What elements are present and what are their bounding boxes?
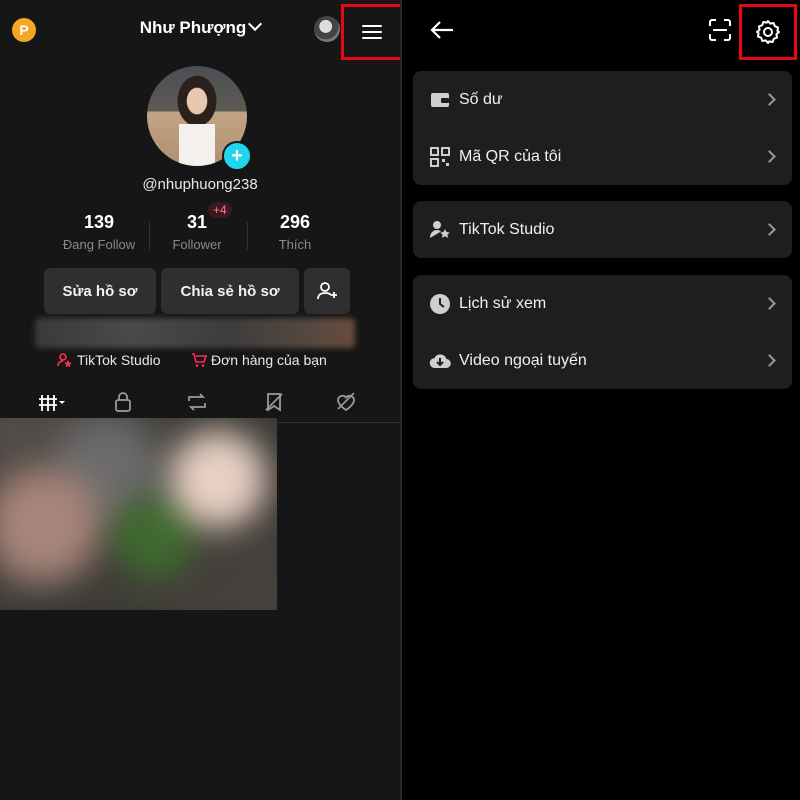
user-handle: @nhuphuong238 bbox=[142, 176, 258, 193]
chevron-right-icon bbox=[763, 93, 776, 106]
orders-link[interactable]: Đơn hàng của bạn bbox=[191, 352, 327, 368]
settings-button[interactable] bbox=[739, 4, 797, 60]
menu-item-label: Số dư bbox=[459, 90, 503, 108]
repost-icon bbox=[188, 393, 206, 411]
username-switcher[interactable]: Như Phượng bbox=[0, 16, 400, 38]
back-button[interactable] bbox=[428, 18, 456, 42]
tab-videos[interactable] bbox=[32, 388, 72, 416]
chevron-right-icon bbox=[763, 354, 776, 367]
username: Như Phượng bbox=[139, 18, 247, 37]
stat-label: Đang Follow bbox=[62, 237, 136, 252]
menu-item-offline-videos[interactable]: Video ngoại tuyến bbox=[413, 332, 792, 389]
link-label: TikTok Studio bbox=[77, 352, 161, 368]
link-label: Đơn hàng của bạn bbox=[211, 352, 327, 368]
creator-icon bbox=[57, 353, 72, 368]
stat-likes[interactable]: 296 Thích bbox=[245, 212, 345, 252]
share-profile-button[interactable]: Chia sẻ hồ sơ bbox=[161, 268, 299, 314]
menu-item-balance[interactable]: Số dư bbox=[413, 71, 792, 128]
menu-item-watch-history[interactable]: Lịch sử xem bbox=[413, 275, 792, 332]
menu-item-tiktok-studio[interactable]: TikTok Studio bbox=[413, 201, 792, 258]
scan-icon bbox=[709, 19, 731, 41]
scan-button[interactable] bbox=[708, 18, 732, 42]
offline-download-icon bbox=[429, 350, 451, 372]
add-story-icon[interactable]: + bbox=[222, 141, 252, 171]
menu-item-label: Lịch sử xem bbox=[459, 294, 547, 312]
new-follower-badge: +4 bbox=[208, 202, 232, 218]
stat-label: Follower bbox=[172, 237, 222, 252]
wallet-icon bbox=[429, 89, 451, 111]
profile-panel: P Như Phượng + @nhuphuong238 139 Đang Fo… bbox=[0, 0, 403, 800]
chevron-down-icon bbox=[248, 16, 263, 32]
hamburger-icon bbox=[362, 25, 382, 39]
cart-icon bbox=[192, 353, 207, 367]
creator-icon bbox=[429, 219, 451, 241]
blurred-bio bbox=[35, 318, 355, 348]
content-tabs bbox=[0, 388, 400, 422]
chevron-right-icon bbox=[763, 297, 776, 310]
chevron-right-icon bbox=[763, 223, 776, 236]
add-friend-button[interactable] bbox=[304, 268, 350, 314]
tab-private[interactable] bbox=[103, 388, 143, 416]
tab-reposts[interactable] bbox=[177, 388, 217, 416]
chevron-right-icon bbox=[763, 150, 776, 163]
stat-label: Thích bbox=[278, 237, 312, 252]
lock-icon bbox=[115, 392, 131, 412]
back-arrow-icon bbox=[430, 21, 453, 39]
mini-avatar[interactable] bbox=[314, 16, 340, 42]
menu-item-label: Mã QR của tôi bbox=[459, 147, 562, 165]
tab-favorites[interactable] bbox=[254, 388, 294, 416]
stat-value: 296 bbox=[279, 212, 311, 232]
menu-card-wallet: Số dư Mã QR của tôi bbox=[413, 71, 792, 185]
menu-item-qr-code[interactable]: Mã QR của tôi bbox=[413, 128, 792, 185]
clock-icon bbox=[429, 293, 451, 315]
bookmark-icon bbox=[265, 393, 283, 412]
gear-icon bbox=[756, 20, 780, 44]
edit-profile-button[interactable]: Sửa hồ sơ bbox=[44, 268, 156, 314]
video-thumbnail[interactable] bbox=[0, 418, 277, 610]
menu-button[interactable] bbox=[341, 4, 403, 60]
stat-followers[interactable]: 31 Follower bbox=[147, 212, 247, 252]
menu-card-studio: TikTok Studio bbox=[413, 201, 792, 258]
add-person-icon bbox=[317, 282, 337, 300]
heart-icon bbox=[337, 392, 355, 412]
qr-icon bbox=[429, 146, 451, 168]
grid-icon bbox=[39, 395, 65, 411]
menu-card-history: Lịch sử xem Video ngoại tuyến bbox=[413, 275, 792, 389]
stat-following[interactable]: 139 Đang Follow bbox=[49, 212, 149, 252]
menu-item-label: TikTok Studio bbox=[459, 220, 555, 238]
tiktok-studio-link[interactable]: TikTok Studio bbox=[57, 352, 161, 368]
tab-liked[interactable] bbox=[326, 388, 366, 416]
menu-item-label: Video ngoại tuyến bbox=[459, 351, 587, 369]
stat-value: 31 bbox=[186, 212, 208, 232]
stat-value: 139 bbox=[83, 212, 115, 232]
